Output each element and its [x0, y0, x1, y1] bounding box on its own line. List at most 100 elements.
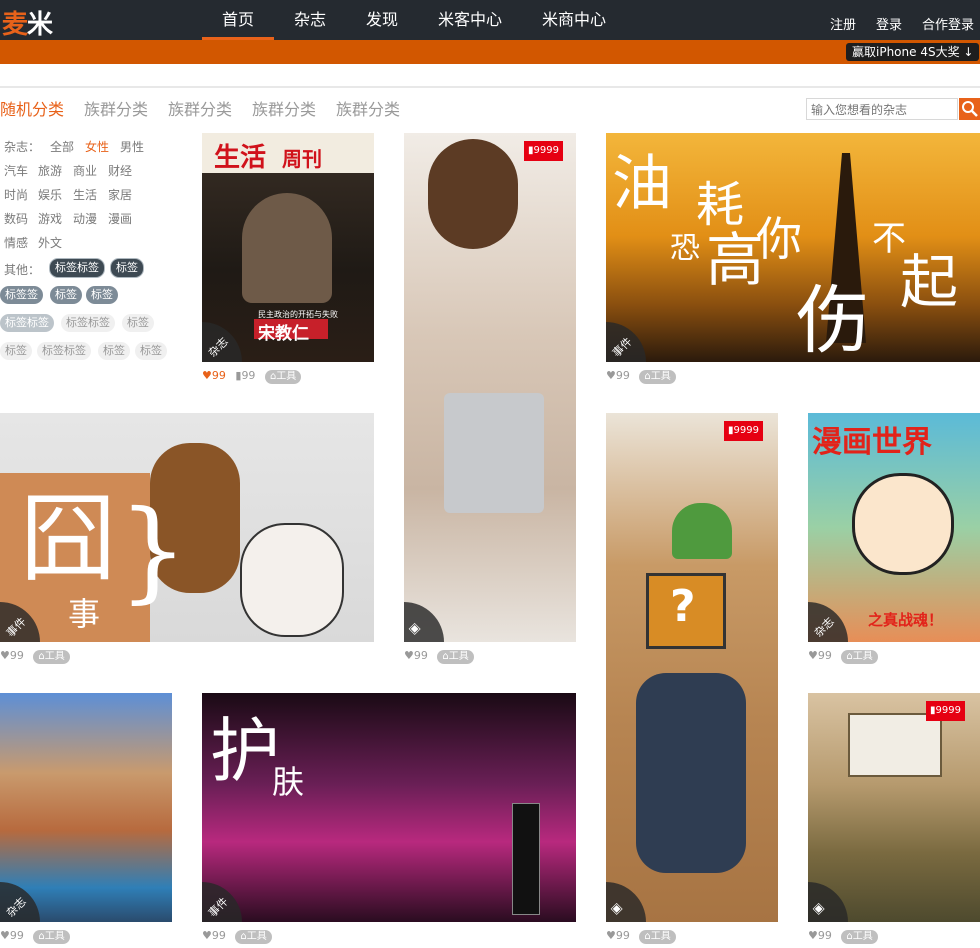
tool-button[interactable]: ⌂工具: [235, 930, 272, 944]
filter-item[interactable]: 汽车: [4, 162, 28, 179]
heart-icon[interactable]: ♥: [202, 929, 212, 942]
tag-pill[interactable]: 标签: [98, 342, 130, 360]
filter-item[interactable]: 时尚: [4, 186, 28, 203]
photo-image: [428, 139, 518, 249]
heart-icon[interactable]: ♥: [606, 929, 616, 942]
tab-group-category[interactable]: 族群分类: [252, 96, 316, 120]
filter-item[interactable]: 动漫: [73, 210, 97, 227]
card-meta: ♥99 ⌂工具: [404, 649, 474, 664]
tag-pill[interactable]: 标签标签: [37, 342, 91, 360]
filter-women[interactable]: 女性: [85, 138, 109, 155]
login-link[interactable]: 登录: [876, 14, 902, 33]
tool-button[interactable]: ⌂工具: [639, 370, 676, 384]
filter-item[interactable]: 财经: [108, 162, 132, 179]
search-input[interactable]: [807, 101, 959, 119]
mushroom-graffiti-image: [672, 503, 732, 559]
partner-login-link[interactable]: 合作登录: [922, 14, 974, 33]
promo-button[interactable]: 赢取iPhone 4S大奖 ↓: [846, 43, 980, 61]
cover-subtitle: 之真战魂！: [868, 611, 944, 629]
card-meta: ♥99 ⌂工具: [606, 929, 676, 944]
filter-item[interactable]: 商业: [73, 162, 97, 179]
nav-home[interactable]: 首页: [202, 0, 274, 40]
magazine-card[interactable]: 杂志: [0, 693, 172, 922]
tool-button[interactable]: ⌂工具: [841, 930, 878, 944]
nav-mike-center[interactable]: 米客中心: [428, 0, 512, 40]
search-box: [806, 98, 959, 120]
heart-icon[interactable]: ♥: [606, 369, 616, 382]
filter-label-magazine: 杂志：: [4, 140, 41, 154]
type-corner: 杂志: [0, 882, 40, 922]
headline-char: 事: [68, 595, 101, 633]
magazine-card[interactable]: 生活 周刊 民主政治的开拓与失败 宋教仁 杂志: [202, 133, 374, 362]
event-card[interactable]: 油 耗 恐 高 你 伤 不 起 事件: [606, 133, 980, 362]
brace-glyph: }: [118, 486, 188, 614]
filter-item[interactable]: 数码: [4, 210, 28, 227]
filter-men[interactable]: 男性: [120, 138, 144, 155]
tag-pill[interactable]: 标签: [0, 342, 32, 360]
filter-all[interactable]: 全部: [50, 138, 74, 155]
nav-mishang-center[interactable]: 米商中心: [532, 0, 616, 40]
tag-pill[interactable]: 标签: [135, 342, 167, 360]
headline-char: 护: [210, 710, 280, 792]
nav-magazine[interactable]: 杂志: [282, 0, 338, 40]
headline-char: 囧: [20, 483, 116, 595]
heart-icon[interactable]: ♥: [808, 929, 818, 942]
question-mark-glyph: ?: [670, 581, 696, 632]
headline-char: 肤: [272, 763, 305, 801]
filter-item[interactable]: 娱乐: [38, 186, 62, 203]
tab-group-category[interactable]: 族群分类: [84, 96, 148, 120]
heart-icon[interactable]: ♥: [808, 649, 818, 662]
tag-pill[interactable]: 标签: [122, 314, 154, 332]
tag-pill[interactable]: 标签签: [0, 286, 43, 304]
tag-pill[interactable]: 标签标签: [49, 258, 105, 278]
tab-group-category[interactable]: 族群分类: [336, 96, 400, 120]
photo-card[interactable]: ▮9999 ▣: [808, 693, 980, 922]
headline-char: 油: [612, 149, 672, 219]
tag-pill[interactable]: 标签: [50, 286, 82, 304]
heart-icon[interactable]: ♥: [0, 929, 10, 942]
type-corner: ▣: [404, 602, 444, 642]
register-link[interactable]: 注册: [830, 14, 856, 33]
type-corner: ▣: [808, 882, 848, 922]
heart-icon[interactable]: ♥: [404, 649, 414, 662]
divider: [0, 86, 980, 88]
tag-pill[interactable]: 标签: [110, 258, 144, 278]
filter-item[interactable]: 外文: [38, 234, 62, 251]
filter-item[interactable]: 漫画: [108, 210, 132, 227]
photo-card[interactable]: ? ▮9999 ▣: [606, 413, 778, 922]
cow-toy-image: [240, 523, 344, 637]
filter-item[interactable]: 旅游: [38, 162, 62, 179]
laptop-image: [444, 393, 544, 513]
filter-item[interactable]: 生活: [73, 186, 97, 203]
filter-item[interactable]: 游戏: [38, 210, 62, 227]
type-corner: 事件: [202, 882, 242, 922]
search-button[interactable]: [959, 98, 980, 120]
filter-item[interactable]: 情感: [4, 234, 28, 251]
promo-bar: [0, 40, 980, 64]
tag-pill[interactable]: 标签标签: [0, 314, 54, 332]
tool-button[interactable]: ⌂工具: [264, 370, 302, 384]
tool-button[interactable]: ⌂工具: [841, 650, 878, 664]
filter-item[interactable]: 家居: [108, 186, 132, 203]
photo-icon: ▣: [809, 900, 827, 917]
tab-random-category[interactable]: 随机分类: [0, 96, 64, 120]
tool-button[interactable]: ⌂工具: [33, 650, 70, 664]
tool-button[interactable]: ⌂工具: [639, 930, 676, 944]
painting-image: [848, 713, 942, 777]
headline-char: 恐: [670, 231, 700, 266]
badge: ▮9999: [524, 141, 563, 161]
heart-icon[interactable]: ♥: [0, 649, 10, 662]
photo-icon: ▣: [405, 620, 423, 637]
nav-discover[interactable]: 发现: [354, 0, 410, 40]
magazine-card[interactable]: 漫画世界 之真战魂！ 杂志: [808, 413, 980, 642]
photo-card[interactable]: ▮9999 ▣: [404, 133, 576, 642]
tool-button[interactable]: ⌂工具: [33, 930, 70, 944]
site-logo[interactable]: 麦米: [2, 4, 53, 41]
tab-group-category[interactable]: 族群分类: [168, 96, 232, 120]
heart-icon[interactable]: ♥: [202, 369, 212, 382]
event-card[interactable]: 护 肤 事件: [202, 693, 576, 922]
tool-button[interactable]: ⌂工具: [437, 650, 474, 664]
tag-pill[interactable]: 标签: [86, 286, 118, 304]
event-card[interactable]: 囧 事 } 事件: [0, 413, 374, 642]
tag-pill[interactable]: 标签标签: [61, 314, 115, 332]
